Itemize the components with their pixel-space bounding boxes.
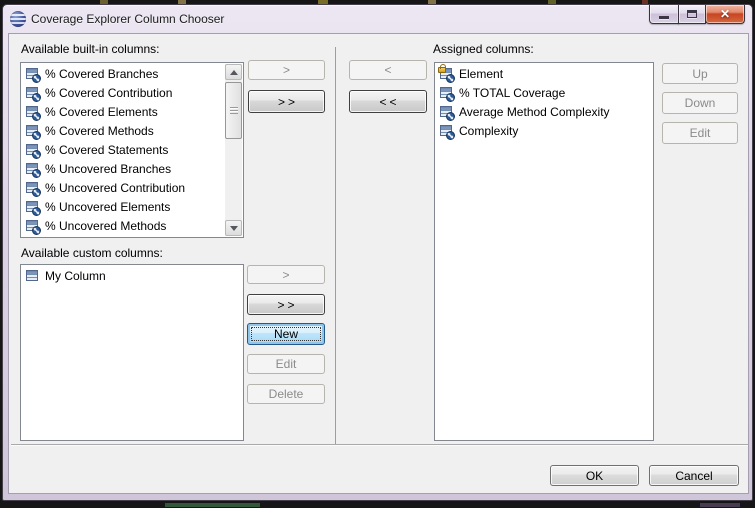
panel-divider xyxy=(335,47,336,444)
list-item-label: % Uncovered Elements xyxy=(45,200,170,214)
custom-columns-list[interactable]: My Column xyxy=(20,264,244,441)
new-column-button[interactable]: New xyxy=(247,323,325,345)
scrollbar-thumb[interactable] xyxy=(225,82,242,139)
list-item-label: % Covered Branches xyxy=(45,67,158,81)
move-up-button[interactable]: Up xyxy=(662,63,738,84)
button-bar-separator xyxy=(11,444,748,445)
background-artifact xyxy=(165,503,260,507)
eclipse-app-icon xyxy=(10,11,26,27)
builtin-move-all-button: >> xyxy=(248,90,325,113)
list-item[interactable]: % Covered Methods xyxy=(22,121,225,140)
list-item-label: % Covered Methods xyxy=(45,124,154,138)
locked-percent-column-icon xyxy=(439,66,455,82)
list-item-label: % Covered Statements xyxy=(45,143,168,157)
custom-delete-button[interactable]: Delete xyxy=(247,384,325,404)
list-item-label: % Covered Contribution xyxy=(45,86,172,100)
list-item[interactable]: % TOTAL Coverage xyxy=(436,83,652,102)
custom-columns-label: Available custom columns: xyxy=(21,246,163,260)
list-item[interactable]: % Uncovered Methods xyxy=(22,216,225,235)
percent-column-icon xyxy=(25,104,41,120)
assigned-remove-all-label[interactable]: << xyxy=(376,95,399,109)
dialog-content: Available built-in columns: % Covered Br… xyxy=(8,33,749,494)
custom-move-all-button: >> xyxy=(247,294,325,315)
percent-column-icon xyxy=(439,85,455,101)
assigned-columns-list[interactable]: Element % TOTAL Coverage Average Method Co… xyxy=(434,62,654,441)
list-item-label: Complexity xyxy=(459,124,518,138)
percent-column-icon xyxy=(25,218,41,234)
percent-column-icon xyxy=(25,142,41,158)
list-item[interactable]: % Covered Elements xyxy=(22,102,225,121)
list-item[interactable]: % Covered Contribution xyxy=(22,83,225,102)
move-down-button[interactable]: Down xyxy=(662,92,738,114)
percent-column-icon xyxy=(25,85,41,101)
cancel-button[interactable]: Cancel xyxy=(649,465,739,486)
list-item[interactable]: % Uncovered Elements xyxy=(22,197,225,216)
assigned-edit-button[interactable]: Edit xyxy=(662,122,738,144)
list-item-label: Average Method Complexity xyxy=(459,105,610,119)
vertical-scrollbar[interactable] xyxy=(225,64,242,236)
maximize-button[interactable] xyxy=(678,5,706,24)
builtin-columns-list[interactable]: % Covered Branches % Covered Contribution… xyxy=(20,62,244,238)
minimize-icon xyxy=(659,16,669,19)
assigned-remove-one-button[interactable]: < xyxy=(349,60,427,80)
title-bar[interactable]: Coverage Explorer Column Chooser ✕ xyxy=(3,5,752,33)
list-item-label: % Uncovered Contribution xyxy=(45,181,185,195)
custom-move-one-button[interactable]: > xyxy=(247,265,325,284)
close-icon: ✕ xyxy=(720,8,730,20)
percent-column-icon xyxy=(25,199,41,215)
list-item[interactable]: Average Method Complexity xyxy=(436,102,652,121)
dialog-window: Coverage Explorer Column Chooser ✕ Avail… xyxy=(2,4,753,501)
list-item[interactable]: % Uncovered Branches xyxy=(22,159,225,178)
percent-column-icon xyxy=(25,123,41,139)
list-item-label: % Covered Elements xyxy=(45,105,158,119)
builtin-move-one-button[interactable]: > xyxy=(248,60,325,80)
minimize-button[interactable] xyxy=(649,5,679,24)
window-controls: ✕ xyxy=(649,5,745,24)
scroll-down-button[interactable] xyxy=(225,220,242,236)
list-item-label: % Uncovered Methods xyxy=(45,219,166,233)
close-button[interactable]: ✕ xyxy=(705,5,745,24)
percent-column-icon xyxy=(25,66,41,82)
percent-column-icon xyxy=(439,104,455,120)
background-artifact xyxy=(700,503,740,507)
custom-edit-button[interactable]: Edit xyxy=(247,354,325,374)
percent-column-icon xyxy=(25,180,41,196)
percent-column-icon xyxy=(25,161,41,177)
list-item[interactable]: % Covered Branches xyxy=(22,64,225,83)
list-item-label: Element xyxy=(459,67,503,81)
list-item[interactable]: % Uncovered Contribution xyxy=(22,178,225,197)
list-item-label: % TOTAL Coverage xyxy=(459,86,565,100)
arrow-down-icon xyxy=(230,226,238,231)
builtin-columns-label: Available built-in columns: xyxy=(21,42,160,56)
list-item[interactable]: % Covered Statements xyxy=(22,140,225,159)
thumb-gripper-icon xyxy=(230,107,238,114)
list-item[interactable]: Element xyxy=(436,64,652,83)
window-title: Coverage Explorer Column Chooser xyxy=(31,12,224,26)
maximize-icon xyxy=(687,10,697,18)
builtin-move-all-label[interactable]: >> xyxy=(275,95,298,109)
assigned-remove-all-button: << xyxy=(349,90,427,113)
table-column-icon xyxy=(25,268,41,284)
assigned-columns-label: Assigned columns: xyxy=(433,42,534,56)
custom-move-all-label[interactable]: >> xyxy=(274,298,297,312)
ok-button[interactable]: OK xyxy=(550,465,639,486)
percent-column-icon xyxy=(439,123,455,139)
list-item[interactable]: Complexity xyxy=(436,121,652,140)
scroll-up-button[interactable] xyxy=(225,64,242,80)
list-item[interactable]: My Column xyxy=(22,266,242,285)
list-item-label: % Uncovered Branches xyxy=(45,162,171,176)
arrow-up-icon xyxy=(230,70,238,75)
list-item-label: My Column xyxy=(45,269,106,283)
